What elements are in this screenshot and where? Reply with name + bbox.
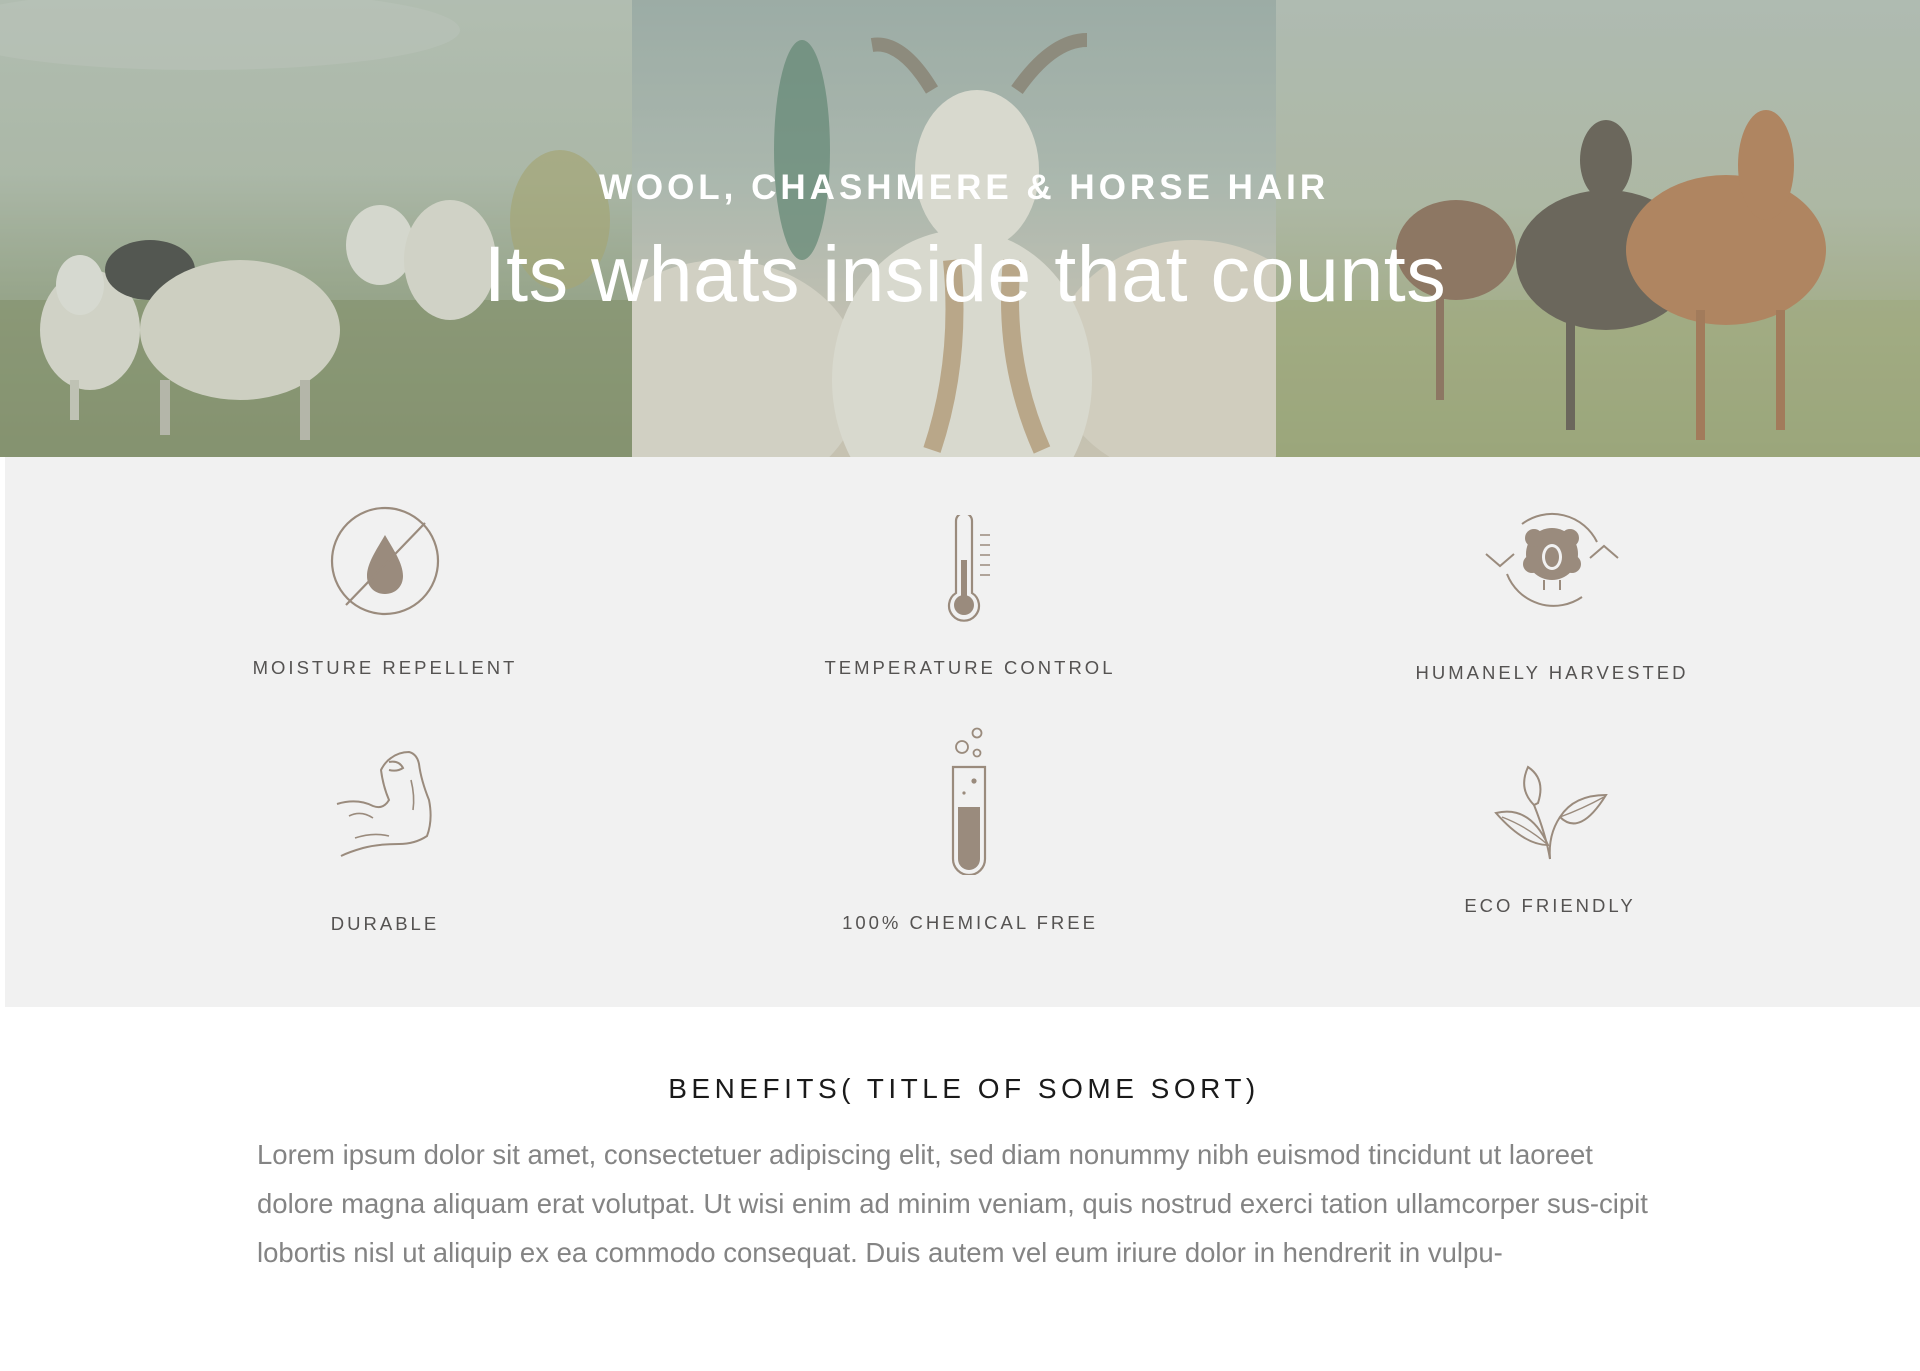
feature-durable: DURABLE (175, 740, 595, 934)
feature-eco-friendly: ECO FRIENDLY (1340, 765, 1760, 916)
feature-humanely-harvested: HUMANELY HARVESTED (1342, 502, 1762, 683)
sheep-cycle-icon (1485, 513, 1619, 607)
flexed-arm-icon (336, 750, 432, 857)
benefits-body: Lorem ipsum dolor sit amet, consectetuer… (257, 1139, 1648, 1268)
hero-title: Its whats inside that counts (483, 229, 1447, 318)
feature-label: TEMPERATURE CONTROL (824, 657, 1116, 678)
feature-label: ECO FRIENDLY (1464, 895, 1636, 916)
feature-label: DURABLE (330, 913, 440, 934)
feature-chemical-free: 100% CHEMICAL FREE (760, 727, 1180, 933)
feature-label: 100% CHEMICAL FREE (842, 912, 1098, 933)
feature-label: MOISTURE REPELLENT (252, 657, 518, 678)
no-water-drop-icon (330, 506, 440, 616)
feature-moisture-repellent: MOISTURE REPELLENT (175, 505, 595, 678)
features-section: MOISTURE REPELLENT TEMPERATURE CONTROL H… (5, 457, 1920, 1007)
hero-banner: WOOL, CHASHMERE & HORSE HAIR Its whats i… (0, 0, 1920, 457)
benefits-title: BENEFITS( TITLE OF SOME SORT) (668, 1073, 1260, 1104)
feature-temperature-control: TEMPERATURE CONTROL (760, 515, 1180, 678)
feature-label: HUMANELY HARVESTED (1415, 662, 1689, 683)
thermometer-icon (947, 515, 990, 622)
hero-subtitle: WOOL, CHASHMERE & HORSE HAIR (598, 168, 1330, 207)
test-tube-icon (951, 727, 987, 875)
leaves-icon (1494, 765, 1608, 860)
